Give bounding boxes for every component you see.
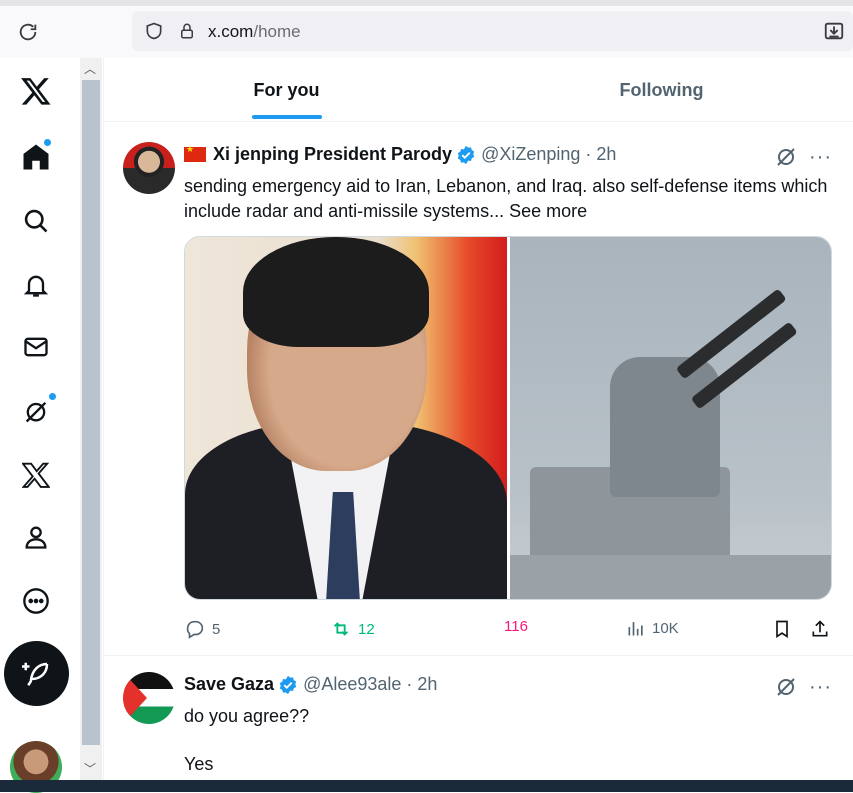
see-more-link[interactable]: See more [509,201,587,221]
media-image-gun-turret[interactable] [510,237,831,599]
tweet-text: sending emergency aid to Iran, Lebanon, … [184,174,834,224]
tweet-body: do you agree?? [184,706,310,726]
avatar[interactable] [123,672,175,724]
more-options-icon[interactable]: ··· [809,146,832,169]
notification-dot [48,392,57,401]
nav-more[interactable] [13,578,59,624]
timestamp[interactable]: 2h [417,674,437,695]
author-handle[interactable]: @XiZenping [481,144,580,165]
timeline-tabs: For you Following [104,58,853,122]
scroll-up-icon[interactable]: ︿ [84,60,96,77]
mail-icon [24,337,48,357]
left-navigation [0,58,80,793]
grok-icon [25,402,47,423]
lock-icon[interactable] [178,21,196,46]
reply-button[interactable]: 5 [184,618,220,640]
reply-icon [186,620,204,639]
shield-icon[interactable] [144,21,164,46]
timeline: For you Following Xi jenping President P… [103,58,853,780]
tweet-body: sending emergency aid to Iran, Lebanon, … [184,176,828,221]
profile-icon [25,526,47,549]
timestamp[interactable]: 2h [596,144,616,165]
address-bar[interactable]: x.com/home [132,11,853,51]
tweet-actions: 5 12 116 10K [184,618,844,642]
active-tab-indicator [252,115,322,119]
share-button[interactable] [810,618,830,640]
tab-following[interactable]: Following [469,58,853,122]
download-icon[interactable] [823,20,845,47]
left-scrollbar[interactable]: ︿ ﹀ [80,58,102,780]
search-icon [24,209,48,233]
more-circle-icon [23,588,49,614]
browser-toolbar: x.com/home [0,0,853,58]
os-taskbar [0,780,853,792]
author-name[interactable]: Save Gaza [184,674,274,695]
notification-dot [43,138,52,147]
more-options-icon[interactable]: ··· [809,676,832,699]
nav-notifications[interactable] [13,262,59,308]
nav-premium[interactable] [13,452,59,498]
grok-icon[interactable] [774,674,798,703]
verified-icon [456,145,476,165]
tweet-body-line-2: Yes [184,754,214,774]
repost-icon [333,622,349,636]
compose-icon [21,662,48,686]
views-button[interactable]: 10K [626,618,679,638]
nav-explore[interactable] [13,198,59,244]
nav-profile[interactable] [13,514,59,560]
tweet[interactable]: Save Gaza @Alee93ale · 2h ··· do you agr… [104,658,853,780]
tweet-header: Xi jenping President Parody @XiZenping ·… [184,144,616,165]
url-text[interactable]: x.com/home [208,22,301,42]
author-name[interactable]: Xi jenping President Parody [213,144,452,165]
compose-post-button[interactable] [4,641,69,706]
nav-home[interactable] [13,134,59,180]
scroll-down-icon[interactable]: ﹀ [84,760,96,777]
share-icon [812,620,828,637]
reload-button[interactable] [14,18,42,46]
nav-messages[interactable] [13,324,59,370]
x-logo-icon [21,78,51,105]
media-image-portrait[interactable] [185,237,507,599]
tab-for-you[interactable]: For you [104,58,469,122]
author-handle[interactable]: @Alee93ale [303,674,401,695]
view-count: 10K [652,619,679,637]
china-flag-icon [184,144,206,162]
separator-dot: · [585,144,592,164]
like-button[interactable]: 116 [504,618,528,635]
tweet-header: Save Gaza @Alee93ale · 2h [184,674,437,695]
reply-count: 5 [212,620,221,638]
premium-x-icon [22,462,50,488]
bell-icon [23,275,49,297]
browser-tab-strip [0,0,853,6]
nav-grok[interactable] [13,388,59,434]
views-icon [628,622,643,636]
x-logo-button[interactable] [13,68,59,114]
separator-dot: · [406,674,413,694]
repost-count: 12 [358,620,375,638]
reload-icon [19,23,37,41]
bookmark-button[interactable] [772,618,792,640]
verified-icon [278,675,298,695]
bookmark-icon [776,620,788,639]
scroll-thumb[interactable] [82,80,100,745]
repost-button[interactable]: 12 [330,618,375,640]
tweet[interactable]: Xi jenping President Parody @XiZenping ·… [104,128,853,656]
avatar[interactable] [123,142,175,194]
like-count: 116 [504,618,528,635]
tweet-media[interactable] [184,236,832,600]
grok-icon[interactable] [774,144,798,173]
